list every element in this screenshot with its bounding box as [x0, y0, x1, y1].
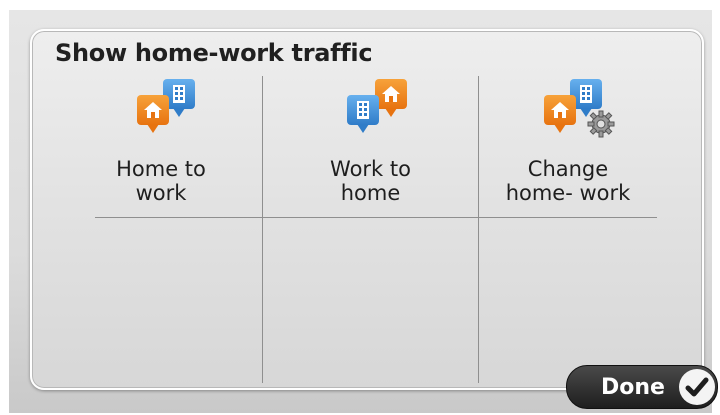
home-pin-icon: [374, 79, 407, 117]
office-pin-icon: [346, 95, 379, 133]
done-button-label: Done: [601, 374, 665, 400]
work-to-home-icon: [327, 77, 415, 143]
page-title: Show home-work traffic: [55, 39, 373, 67]
home-to-work-button[interactable]: Home to work: [60, 75, 262, 217]
home-pin-icon: [544, 95, 576, 133]
gear-icon: [587, 110, 615, 138]
grid-divider: [95, 217, 657, 218]
home-to-work-icon: [117, 77, 205, 143]
tile-label: Home to work: [116, 157, 206, 205]
work-to-home-button[interactable]: Work to home: [263, 75, 478, 217]
home-pin-icon: [137, 95, 169, 133]
checkmark-icon: [679, 369, 715, 405]
tile-label: Change home- work: [505, 157, 631, 205]
done-button[interactable]: Done: [566, 365, 718, 409]
tile-label: Work to home: [330, 157, 411, 205]
change-home-work-icon: [524, 77, 615, 143]
change-home-work-button[interactable]: Change home- work: [479, 75, 657, 217]
